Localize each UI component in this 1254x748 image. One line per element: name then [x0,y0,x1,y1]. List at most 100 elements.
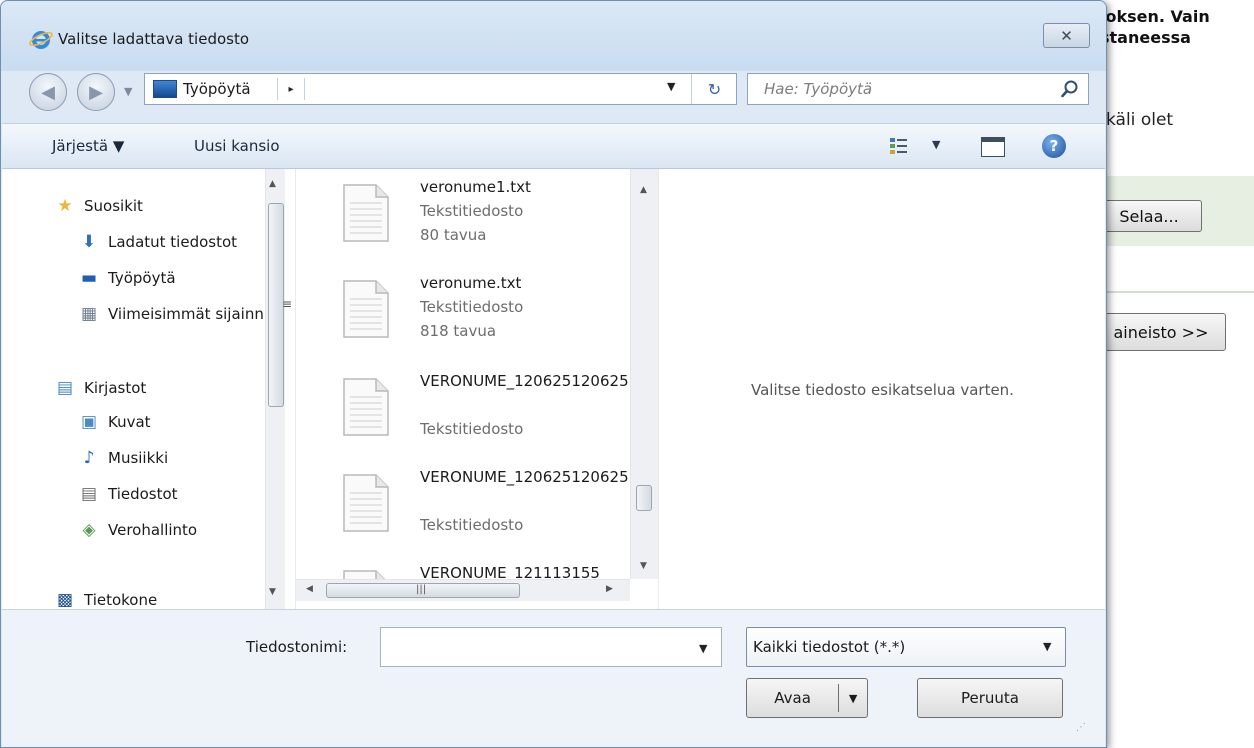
text-file-icon [343,378,389,436]
background-heading: loksen. Vain staneessa [1100,7,1210,47]
file-size: 80 tavua [420,226,487,244]
arrow-left-icon: ◀ [41,81,55,103]
nav-item-label: Viimeisimmät sijainnit [108,305,264,323]
nav-item-label: Tiedostot [108,485,178,503]
file-name: veronume1.txt [420,178,531,196]
file-type: Tekstitiedosto [420,516,524,534]
browse-button[interactable]: Selaa... [1096,200,1202,232]
view-options-dropdown[interactable]: ▼ [932,138,940,151]
file-type: Tekstitiedosto [420,420,524,438]
text-file-icon [343,184,389,242]
nav-item-label: Suosikit [84,197,143,215]
background-separator [1100,291,1254,293]
scroll-right-arrow[interactable]: ▶ [606,584,613,594]
address-bar[interactable]: Työpöytä ▸ ▼ ↻ [144,73,737,105]
view-options-icon[interactable] [889,136,909,156]
file-item[interactable]: VERONUME_120625120625.txt Tekstitiedosto [296,459,630,555]
network-folder-icon: ◈ [82,520,96,540]
filetype-selected: Kaikki tiedostot (*.*) [753,638,906,656]
address-dropdown-button[interactable]: ▼ [667,80,675,93]
scroll-down-arrow[interactable]: ▼ [640,561,647,571]
file-item[interactable]: VERONUME_121113155 [296,555,630,579]
navigation-scrollbar[interactable]: ▲ ≡ ▼ [265,169,292,609]
computer-icon: ▩ [56,590,74,609]
dialog-titlebar[interactable]: Valitse ladattava tiedosto ✕ [1,1,1106,71]
desktop-icon: ▬ [80,268,98,288]
nav-item[interactable]: ▣ Kuvat [78,409,151,435]
refresh-button[interactable]: ↻ [691,74,737,104]
nav-item[interactable]: ▬ Työpöytä [78,265,176,291]
dialog-title: Valitse ladattava tiedosto [58,30,250,48]
forward-button[interactable]: ▶ [77,73,115,111]
cancel-button[interactable]: Peruuta [917,678,1063,718]
file-size: 818 tavua [420,322,497,340]
breadcrumb-arrow-button[interactable]: ▸ [277,78,305,100]
scroll-up-arrow[interactable]: ▲ [640,185,647,195]
filename-input[interactable]: ▼ [380,627,722,667]
organize-menu[interactable]: Järjestä ▼ [52,137,124,155]
open-button-label: Avaa [774,689,811,707]
file-type: Tekstitiedosto [420,298,524,316]
nav-item[interactable]: ▤ Kirjastot [54,375,146,401]
file-item[interactable]: veronume.txt Tekstitiedosto 818 tavua [296,265,630,361]
next-step-button[interactable]: aineisto >> [1096,313,1226,351]
address-location[interactable]: Työpöytä [183,80,251,98]
navigation-pane: ★ Suosikit ⬇ Ladatut tiedostot ▬ Työpöytä ▦ Vii… [2,169,295,609]
nav-item-label: Musiikki [108,449,169,467]
documents-icon: ▤ [80,484,98,504]
preview-pane-toggle-icon[interactable] [981,137,1005,157]
scrollbar-grip: ||| [416,584,427,595]
refresh-icon: ↻ [707,79,722,99]
file-item[interactable]: veronume1.txt Tekstitiedosto 80 tavua [296,169,630,265]
nav-item[interactable]: ◈ Verohallinto [78,517,197,543]
nav-item[interactable]: ⬇ Ladatut tiedostot [78,229,237,255]
search-input[interactable]: Hae: Työpöytä [747,73,1089,105]
internet-explorer-icon [29,31,53,49]
file-list-horizontal-scrollbar[interactable]: ◀ ||| ▶ [296,579,630,601]
music-icon: ♪ [83,448,95,468]
file-list-pane: veronume1.txt Tekstitiedosto 80 tavua veron… [295,169,659,609]
search-placeholder: Hae: Työpöytä [764,80,873,98]
scroll-up-arrow[interactable]: ▲ [269,179,276,189]
libraries-icon: ▤ [56,378,74,398]
nav-item[interactable]: ★ Suosikit [54,193,143,219]
filetype-select[interactable]: Kaikki tiedostot (*.*) ▼ [746,627,1066,667]
dialog-toolbar: Järjestä ▼ Uusi kansio ▼ ? [2,123,1105,169]
scrollbar-grip: ≡ [282,297,293,311]
text-file-icon [343,474,389,532]
back-button[interactable]: ◀ [29,73,67,111]
nav-item-label: Kuvat [108,413,151,431]
arrow-right-icon: ▶ [89,81,103,103]
recent-locations-dropdown[interactable]: ▼ [124,85,132,98]
scrollbar-thumb[interactable] [636,485,652,511]
scroll-left-arrow[interactable]: ◀ [306,584,313,594]
file-type: Tekstitiedosto [420,202,524,220]
close-button[interactable]: ✕ [1043,23,1090,48]
new-folder-button[interactable]: Uusi kansio [194,137,280,155]
open-options-dropdown[interactable]: ▼ [839,692,867,705]
nav-item[interactable]: ▩ Tietokone [54,587,157,609]
text-file-icon [343,280,389,338]
star-icon: ★ [57,196,73,216]
nav-item-label: Työpöytä [108,269,176,287]
close-icon: ✕ [1060,26,1073,45]
help-icon[interactable]: ? [1042,134,1066,158]
scroll-down-arrow[interactable]: ▼ [269,587,276,597]
nav-item[interactable]: ▤ Tiedostot [78,481,178,507]
pictures-icon: ▣ [80,412,98,432]
nav-item-label: Ladatut tiedostot [108,233,238,251]
file-item[interactable]: VERONUME_120625120625.txt Tekstitiedosto [296,363,630,459]
resize-grip[interactable]: ⋰ [1076,722,1086,733]
search-icon [1061,80,1078,98]
filename-dropdown-button[interactable]: ▼ [699,642,707,655]
file-name: VERONUME_120625120625.txt [420,468,630,486]
open-button[interactable]: Avaa ▼ [746,678,868,718]
nav-item[interactable]: ♪ Musiikki [78,445,169,471]
file-list-scrollbar[interactable]: ▲ ▼ [630,169,659,579]
dialog-content: ★ Suosikit ⬇ Ladatut tiedostot ▬ Työpöytä ▦ Vii… [2,169,1105,609]
filename-label: Tiedostonimi: [246,638,348,656]
nav-item-label: Tietokone [84,591,158,609]
dialog-bottom-bar: Tiedostonimi: ▼ Kaikki tiedostot (*.*) ▼… [2,609,1105,747]
file-open-dialog: Valitse ladattava tiedosto ✕ ◀ ▶ ▼ Työpö… [0,0,1107,748]
nav-item[interactable]: ▦ Viimeisimmät sijainnit [78,301,264,327]
